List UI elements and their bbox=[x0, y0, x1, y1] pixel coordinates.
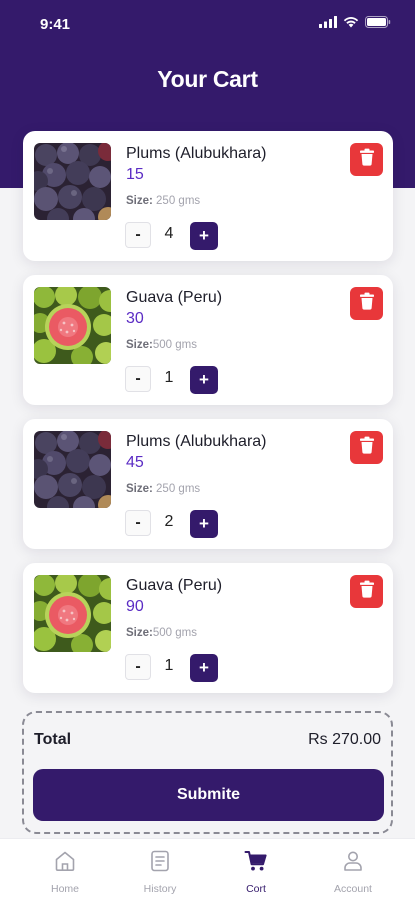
size-value: 500 gms bbox=[152, 627, 197, 639]
cart-icon bbox=[244, 849, 268, 873]
tab-label: Home bbox=[50, 883, 79, 895]
plums-image bbox=[34, 431, 111, 508]
increase-quantity-button[interactable]: + bbox=[190, 366, 218, 394]
quantity-value: 1 bbox=[164, 657, 174, 674]
account-icon bbox=[341, 849, 365, 873]
decrease-quantity-button[interactable]: - bbox=[125, 510, 151, 536]
increase-quantity-button[interactable]: + bbox=[190, 654, 218, 682]
wifi-icon bbox=[343, 16, 359, 28]
cart-item: Plums (Alubukhara) 15 Size: 250 gms - 4 … bbox=[23, 131, 393, 261]
quantity-value: 1 bbox=[164, 369, 174, 386]
page-title: Your Cart bbox=[157, 66, 258, 92]
tab-home[interactable]: Home bbox=[25, 839, 105, 900]
trash-icon bbox=[359, 580, 375, 603]
total-value: Rs 270.00 bbox=[308, 731, 381, 748]
cart-item: Guava (Peru) 30 Size:500 gms - 1 + bbox=[23, 275, 393, 405]
cart-item: Plums (Alubukhara) 45 Size: 250 gms - 2 … bbox=[23, 419, 393, 549]
total-label: Total bbox=[34, 731, 72, 748]
delete-button[interactable] bbox=[350, 287, 383, 320]
delete-button[interactable] bbox=[350, 431, 383, 464]
item-size: Size: 250 gms bbox=[126, 195, 200, 207]
increase-quantity-button[interactable]: + bbox=[190, 222, 218, 250]
item-price: 90 bbox=[126, 598, 144, 615]
status-time: 9:41 bbox=[40, 16, 71, 33]
cart-item: Guava (Peru) 90 Size:500 gms - 1 + bbox=[23, 563, 393, 693]
plums-image bbox=[34, 143, 111, 220]
submit-button[interactable]: Submite bbox=[33, 769, 384, 821]
trash-icon bbox=[359, 292, 375, 315]
history-icon bbox=[148, 849, 172, 873]
tab-label: History bbox=[143, 883, 177, 895]
increase-quantity-button[interactable]: + bbox=[190, 510, 218, 538]
item-price: 30 bbox=[126, 310, 144, 327]
size-label: Size: bbox=[126, 339, 153, 351]
quantity-value: 2 bbox=[164, 513, 174, 530]
signal-icon bbox=[319, 16, 337, 28]
size-label: Size: bbox=[126, 483, 153, 495]
battery-icon bbox=[365, 16, 391, 28]
size-label: Size: bbox=[126, 627, 153, 639]
delete-button[interactable] bbox=[350, 575, 383, 608]
decrease-quantity-button[interactable]: - bbox=[125, 654, 151, 680]
quantity-value: 4 bbox=[164, 225, 174, 242]
trash-icon bbox=[359, 436, 375, 459]
order-summary: Total Rs 270.00 Submite bbox=[22, 711, 393, 834]
item-size: Size:500 gms bbox=[126, 339, 197, 351]
tab-label: Account bbox=[334, 883, 372, 895]
trash-icon bbox=[359, 148, 375, 171]
guava-image bbox=[34, 287, 111, 364]
tab-history[interactable]: History bbox=[120, 839, 200, 900]
delete-button[interactable] bbox=[350, 143, 383, 176]
decrease-quantity-button[interactable]: - bbox=[125, 366, 151, 392]
item-price: 45 bbox=[126, 454, 144, 471]
decrease-quantity-button[interactable]: - bbox=[125, 222, 151, 248]
item-price: 15 bbox=[126, 166, 144, 183]
size-value: 500 gms bbox=[152, 339, 197, 351]
tab-account[interactable]: Account bbox=[313, 839, 393, 900]
item-name: Plums (Alubukhara) bbox=[126, 145, 267, 162]
item-name: Guava (Peru) bbox=[126, 577, 223, 594]
item-name: Plums (Alubukhara) bbox=[126, 433, 267, 450]
home-icon bbox=[53, 849, 77, 873]
guava-image bbox=[34, 575, 111, 652]
tab-label: Cort bbox=[246, 883, 266, 895]
status-icons bbox=[319, 16, 391, 28]
tab-bar: Home History Cort Account bbox=[0, 838, 415, 900]
status-bar: 9:41 bbox=[0, 0, 415, 46]
size-value: 250 gms bbox=[152, 195, 201, 207]
item-size: Size:500 gms bbox=[126, 627, 197, 639]
size-label: Size: bbox=[126, 195, 153, 207]
tab-cart[interactable]: Cort bbox=[216, 839, 296, 900]
item-size: Size: 250 gms bbox=[126, 483, 200, 495]
item-name: Guava (Peru) bbox=[126, 289, 223, 306]
size-value: 250 gms bbox=[152, 483, 201, 495]
